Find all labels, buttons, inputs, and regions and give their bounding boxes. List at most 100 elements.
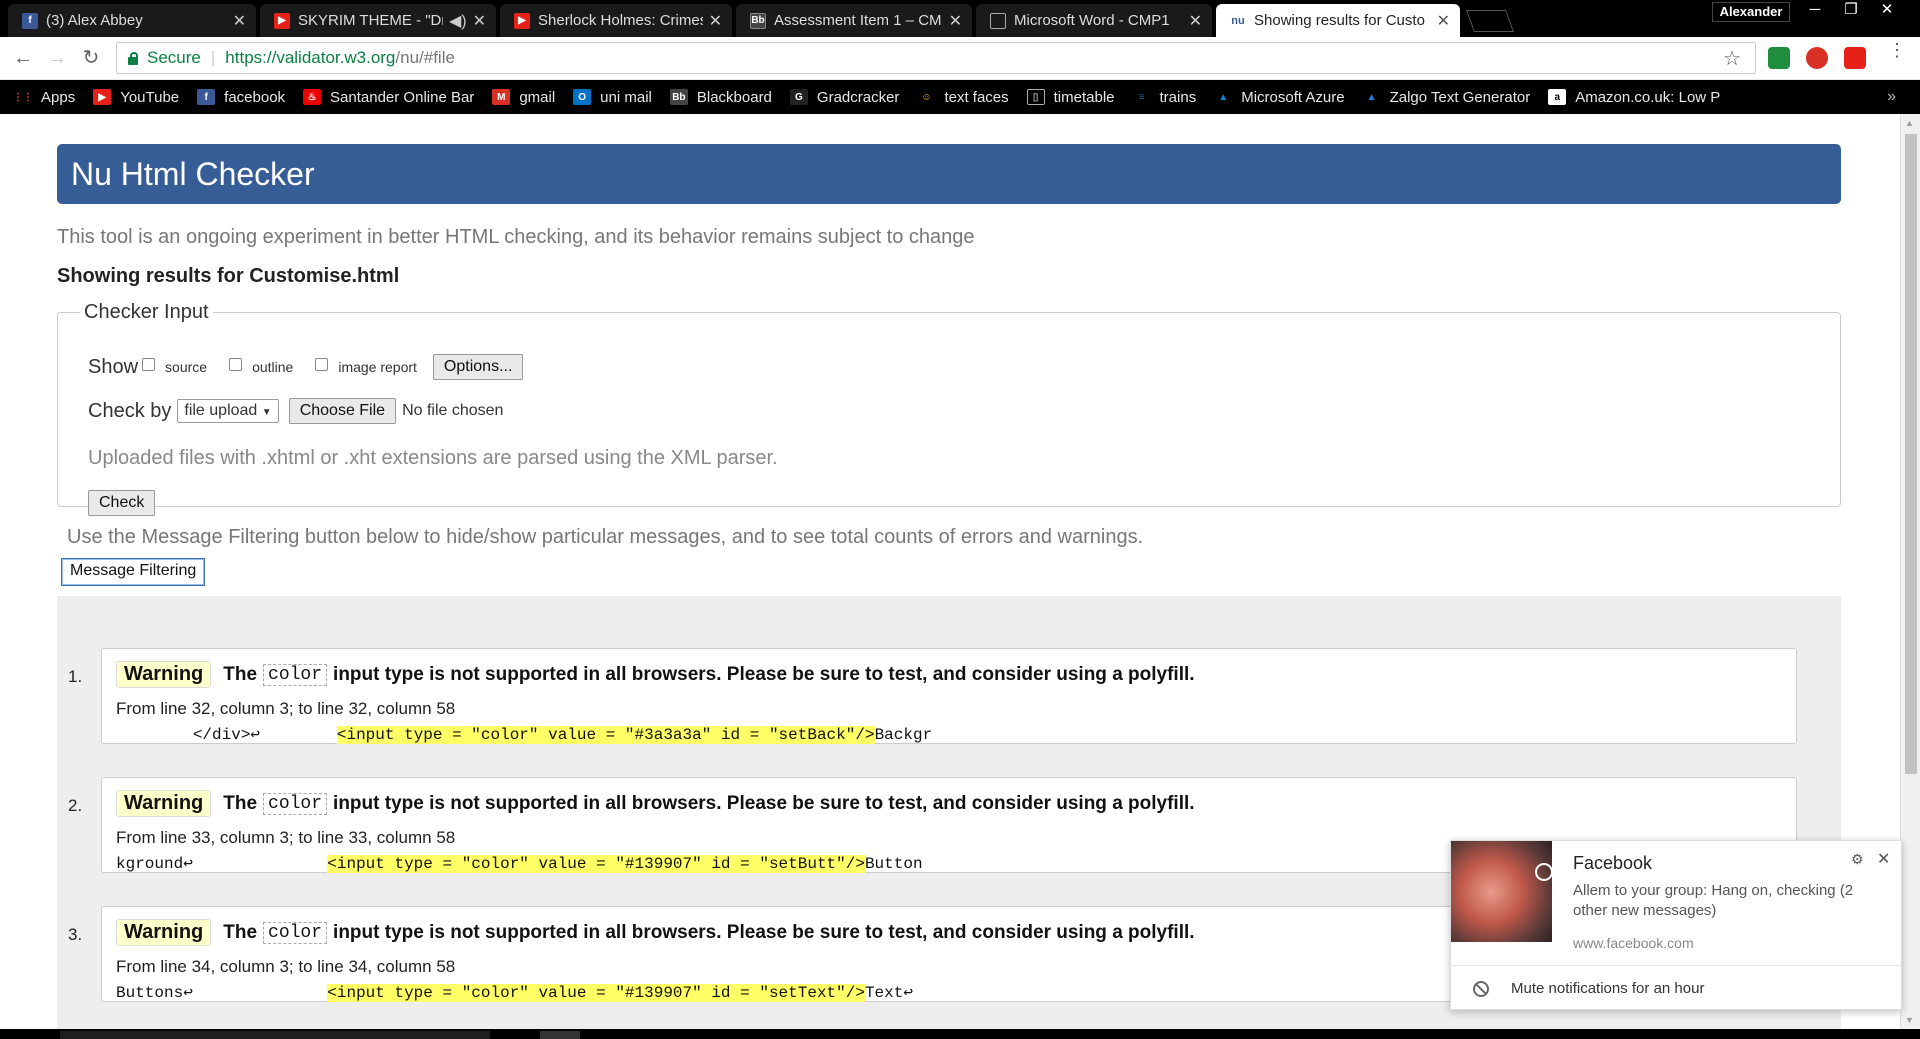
bookmark-uni-mail[interactable]: Ouni mail: [573, 89, 652, 106]
nu-icon: nu: [1231, 14, 1245, 27]
close-icon[interactable]: ✕: [473, 11, 486, 31]
profile-button[interactable]: Alexander: [1712, 2, 1790, 22]
extract-highlight: <input type = "color" value = "#139907" …: [327, 855, 865, 873]
close-icon[interactable]: ✕: [709, 11, 722, 31]
tab-title: Sherlock Holmes: Crimes: [538, 12, 703, 29]
image-report-checkbox[interactable]: [315, 357, 329, 371]
reload-icon[interactable]: ↻: [78, 45, 104, 71]
new-tab-button[interactable]: [1465, 10, 1515, 32]
tab-word[interactable]: Microsoft Word - CMP1 ✕: [976, 4, 1212, 37]
source-checkbox[interactable]: [142, 357, 156, 371]
santander-icon: ♨: [303, 89, 322, 105]
message-location: From line 34, column 3; to line 34, colu…: [116, 957, 456, 976]
bookmark-label: facebook: [224, 88, 286, 106]
message-text-post: input type is not supported in all brows…: [333, 792, 1195, 814]
address-bar[interactable]: Secure | https://validator.w3.org /nu/#f…: [116, 42, 1756, 74]
message-text-pre: The: [223, 663, 258, 685]
bookmark-timetable[interactable]: ▯ timetable: [1026, 89, 1115, 106]
tab-skyrim[interactable]: ▶ SKYRIM THEME - "Dra ◀) ✕: [260, 4, 496, 37]
bookmark-star-icon[interactable]: ☆: [1723, 46, 1741, 71]
page-subtitle: This tool is an ongoing experiment in be…: [57, 226, 975, 248]
extension-green-icon[interactable]: [1768, 47, 1790, 69]
tab-validator[interactable]: nu Showing results for Custo ✕: [1216, 4, 1460, 37]
restore-button[interactable]: ❐: [1836, 0, 1866, 22]
choose-file-button[interactable]: Choose File: [288, 398, 397, 424]
youtube-icon: ▶: [274, 12, 290, 29]
bookmark-facebook[interactable]: f facebook: [197, 89, 285, 106]
taskbar-app[interactable]: [60, 1031, 490, 1039]
scroll-down-icon[interactable]: ▼: [1905, 1015, 1914, 1025]
tab-assessment[interactable]: Bb Assessment Item 1 – CM ✕: [736, 4, 972, 37]
warning-badge: Warning: [116, 661, 212, 688]
menu-icon[interactable]: ⋮: [1888, 41, 1906, 59]
document-icon: ▯: [1026, 89, 1045, 105]
taskbar-app[interactable]: [540, 1031, 580, 1039]
bookmark-microsoft-azure[interactable]: ▲ Microsoft Azure: [1214, 89, 1344, 106]
bookmark-label: YouTube: [120, 88, 180, 106]
scroll-up-icon[interactable]: ▲: [1905, 118, 1914, 128]
check-by-select[interactable]: file upload ▼: [177, 399, 279, 423]
extract-after: Text↩: [864, 984, 913, 1002]
message-number: 3.: [68, 925, 83, 944]
check-button[interactable]: Check: [88, 490, 156, 516]
mute-notifications-button[interactable]: Mute notifications for an hour: [1511, 980, 1704, 997]
message-extract: Buttons↩ <input type = "color" value = "…: [116, 982, 913, 1002]
document-icon: [990, 12, 1006, 29]
youtube-extension-icon[interactable]: [1844, 47, 1866, 69]
notification-image: [1451, 841, 1552, 942]
source-label: source: [165, 359, 208, 375]
url-host: https://validator.w3.org: [225, 48, 396, 67]
extract-before: kground↩: [116, 855, 328, 873]
message-code: color: [263, 663, 328, 686]
block-icon: [1473, 981, 1489, 997]
bookmark-gmail[interactable]: Mgmail: [492, 89, 555, 106]
checker-input-fieldset: Checker Input Show source outline image …: [57, 301, 1841, 516]
bookmark-youtube[interactable]: ▶ YouTube: [93, 89, 179, 106]
forward-arrow-icon[interactable]: →: [44, 45, 70, 71]
minimize-button[interactable]: ─: [1800, 0, 1830, 22]
close-icon[interactable]: ✕: [1189, 11, 1202, 31]
page-scrollbar[interactable]: ▲ ▼: [1900, 114, 1920, 1029]
bookmark-zalgo-text-generator[interactable]: ▲ Zalgo Text Generator: [1363, 89, 1531, 106]
message-filtering-button[interactable]: Message Filtering: [61, 558, 206, 586]
close-icon[interactable]: ✕: [1877, 849, 1890, 869]
options-button[interactable]: Options...: [432, 354, 524, 380]
bookmark-trains[interactable]: ≡ trains: [1133, 89, 1197, 106]
bookmark-apps[interactable]: ⋮⋮ Apps: [13, 88, 76, 106]
results-heading: Showing results for Customise.html: [57, 265, 400, 287]
chevron-right-icon[interactable]: »: [1887, 88, 1896, 106]
apps-grid-icon: ⋮⋮: [13, 91, 33, 103]
tab-title: Showing results for Custo: [1254, 12, 1425, 29]
message-extract: </div>↩ <input type = "color" value = "#…: [116, 724, 932, 744]
tab-sherlock[interactable]: ▶ Sherlock Holmes: Crimes ✕: [500, 4, 732, 37]
ublock-icon[interactable]: [1806, 47, 1828, 69]
bookmark-label: Amazon.co.uk: Low P: [1575, 88, 1721, 106]
facebook-notification[interactable]: Facebook Allem to your group: Hang on, c…: [1450, 840, 1902, 1010]
message-code: color: [263, 792, 328, 815]
bookmark-blackboard[interactable]: Bb Blackboard: [669, 89, 772, 106]
close-window-button[interactable]: ✕: [1872, 0, 1902, 22]
outline-checkbox[interactable]: [229, 357, 243, 371]
message-extract: kground↩ <input type = "color" value = "…: [116, 853, 923, 873]
bookmark-label: trains: [1159, 88, 1197, 106]
message-text-pre: The: [223, 792, 258, 814]
close-icon[interactable]: ✕: [233, 11, 246, 31]
bookmark-santander-online-bar[interactable]: ♨ Santander Online Bar: [303, 89, 474, 106]
bookmark-gradcracker[interactable]: G Gradcracker: [789, 89, 899, 106]
message-number: 2.: [68, 796, 83, 815]
close-icon[interactable]: ✕: [1437, 11, 1450, 31]
chevron-down-icon: ▼: [261, 407, 272, 418]
back-arrow-icon[interactable]: ←: [10, 45, 36, 71]
message-text-post: input type is not supported in all brows…: [333, 663, 1195, 685]
secure-label: Secure: [147, 48, 201, 67]
tab-facebook[interactable]: f (3) Alex Abbey ✕: [8, 4, 256, 37]
gradcracker-icon: G: [789, 89, 808, 105]
gear-icon[interactable]: ⚙: [1851, 851, 1864, 868]
bookmark-text-faces[interactable]: ☺ text faces: [917, 89, 1008, 106]
close-icon[interactable]: ✕: [949, 11, 962, 31]
bookmark-label: Apps: [41, 88, 76, 106]
scroll-thumb[interactable]: [1905, 134, 1917, 774]
bookmark-amazon-co-uk-low-p[interactable]: a Amazon.co.uk: Low P: [1548, 89, 1720, 106]
message-text-pre: The: [223, 921, 258, 943]
audio-icon[interactable]: ◀): [449, 11, 467, 31]
